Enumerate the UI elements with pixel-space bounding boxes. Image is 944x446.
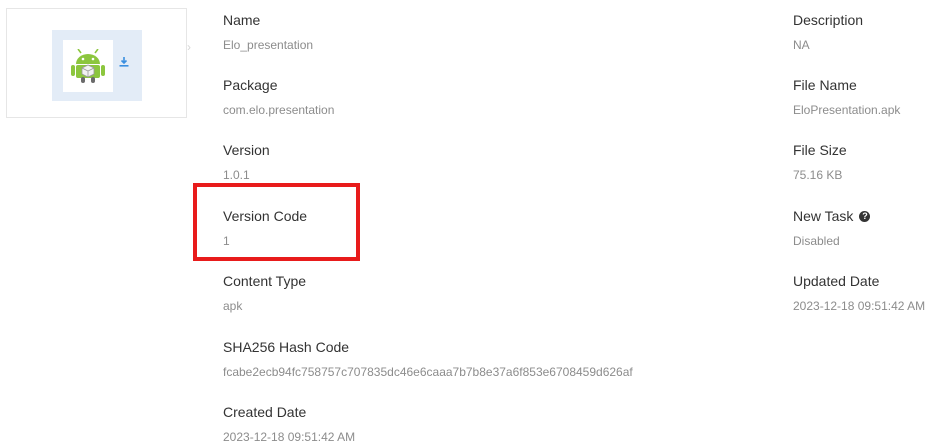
download-icon[interactable] <box>119 57 129 67</box>
field-value: NA <box>793 38 810 52</box>
field-label: File Name <box>793 77 857 93</box>
field-label: Content Type <box>223 273 307 289</box>
field-updated-date: Updated Date 2023-12-18 09:51:42 AM <box>793 273 925 313</box>
chevron-right-icon[interactable]: › <box>187 41 191 53</box>
field-file-size: File Size 75.16 KB <box>793 142 847 182</box>
field-value: Disabled <box>793 234 840 248</box>
field-label: Created Date <box>223 404 307 420</box>
field-value: 2023-12-18 09:51:42 AM <box>223 430 356 444</box>
field-created-date: Created Date 2023-12-18 09:51:42 AM <box>223 404 355 444</box>
field-package: Package com.elo.presentation <box>223 77 334 117</box>
field-new-task: New Task ? Disabled <box>793 208 871 248</box>
field-description: Description NA <box>793 12 863 52</box>
field-content-type: Content Type apk <box>223 273 306 313</box>
field-sha256: SHA256 Hash Code fcabe2ecb94fc758757c707… <box>223 339 633 379</box>
help-icon[interactable]: ? <box>859 210 871 222</box>
field-value: 75.16 KB <box>793 168 843 182</box>
field-label: Updated Date <box>793 273 880 289</box>
field-name: Name Elo_presentation <box>223 12 313 52</box>
field-value: apk <box>223 299 243 313</box>
apk-tile <box>63 40 113 92</box>
field-value: 2023-12-18 09:51:42 AM <box>793 299 926 313</box>
new-task-label: New Task <box>793 208 854 224</box>
field-label: Description <box>793 12 864 28</box>
field-label: Package <box>223 77 278 93</box>
field-value: 1.0.1 <box>223 168 250 182</box>
field-value: com.elo.presentation <box>223 103 335 117</box>
app-thumbnail-card <box>6 8 187 118</box>
field-value: Elo_presentation <box>223 38 314 52</box>
highlight-box <box>193 183 360 261</box>
field-label: SHA256 Hash Code <box>223 339 350 355</box>
app-thumbnail <box>52 30 142 101</box>
field-value: fcabe2ecb94fc758757c707835dc46e6caaa7b7b… <box>223 365 633 379</box>
field-version: Version 1.0.1 <box>223 142 270 182</box>
field-label: File Size <box>793 142 847 158</box>
android-apk-icon <box>71 49 105 83</box>
field-label: New Task ? <box>793 208 871 224</box>
field-label: Name <box>223 12 261 28</box>
field-value: EloPresentation.apk <box>793 103 901 117</box>
field-label: Version <box>223 142 270 158</box>
field-file-name: File Name EloPresentation.apk <box>793 77 900 117</box>
